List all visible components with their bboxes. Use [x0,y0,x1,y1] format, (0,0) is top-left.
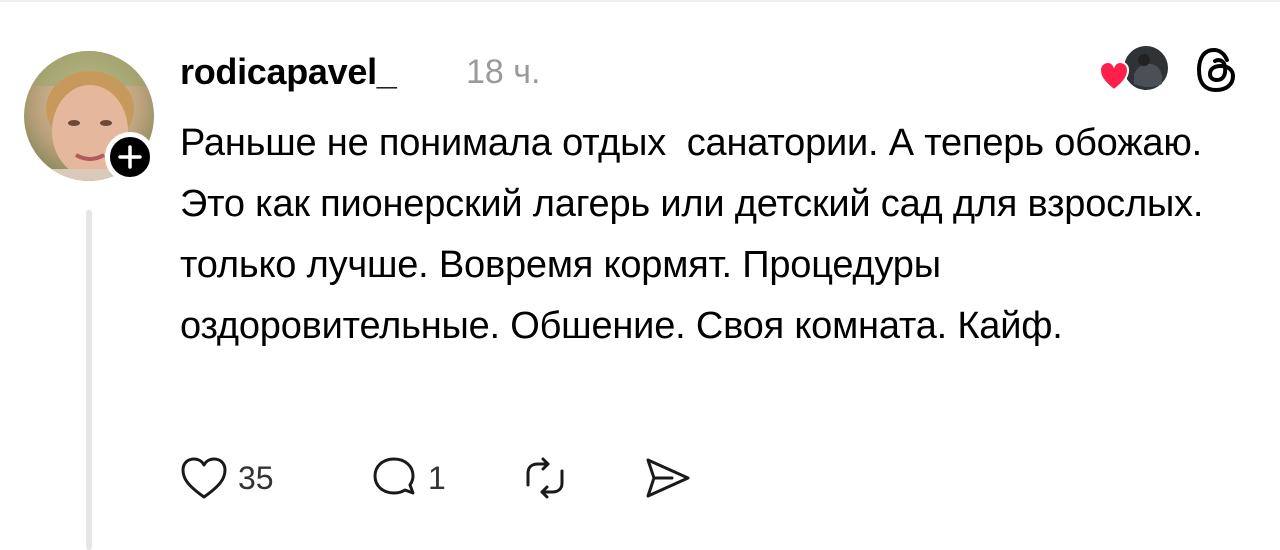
liked-heart-icon [1098,60,1130,92]
post-text: Раньше не понимала отдых санатории. А те… [180,122,1214,347]
thread-line [86,210,92,550]
heart-icon [181,457,227,499]
plus-icon [118,145,142,169]
like-button[interactable]: 35 [180,450,274,506]
like-count: 35 [238,460,274,496]
share-icon [646,458,690,498]
comment-icon [373,457,415,495]
share-button[interactable] [642,450,692,506]
username[interactable]: rodicapavel_ [180,50,397,94]
reply-button[interactable]: 1 [370,450,446,506]
liked-by-indicator[interactable] [1098,44,1170,96]
threads-logo-icon[interactable] [1195,46,1239,94]
top-divider [0,0,1280,2]
repost-icon [526,457,564,499]
follow-button[interactable] [105,132,155,182]
timestamp: 18 ч. [466,53,541,91]
repost-button[interactable] [520,450,570,506]
reply-count: 1 [428,460,446,496]
